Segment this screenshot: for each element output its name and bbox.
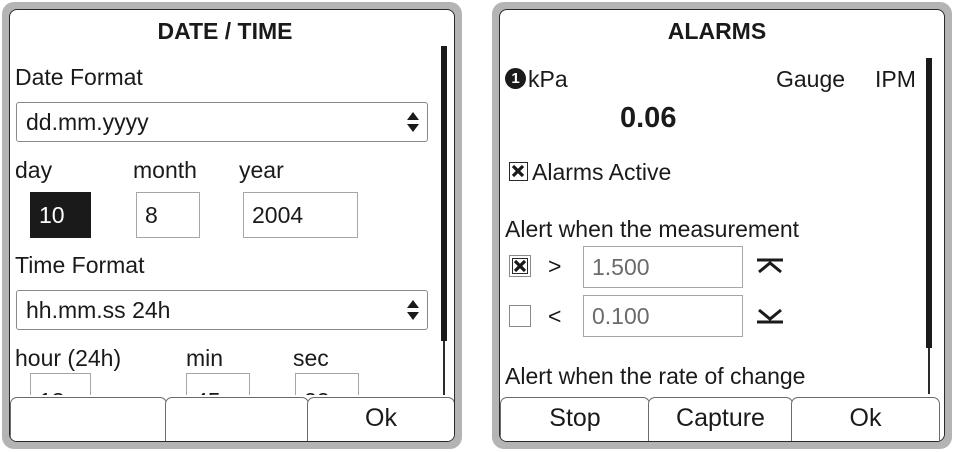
date-format-value: dd.mm.yyyy xyxy=(26,109,149,135)
rate-heading: Alert when the rate of change xyxy=(505,363,806,389)
alarms-device: ALARMS 1 kPa Gauge IPM 0.06 Alarms Activ… xyxy=(492,2,952,449)
softkey-2[interactable] xyxy=(165,397,309,441)
measurement-heading: Alert when the measurement xyxy=(505,216,800,242)
unit-label: kPa xyxy=(528,66,568,92)
check-x-icon xyxy=(513,259,527,273)
year-input[interactable]: 2004 xyxy=(243,192,358,238)
time-format-label: Time Format xyxy=(15,252,145,278)
stop-button[interactable]: Stop xyxy=(500,397,650,441)
month-label: month xyxy=(133,157,197,183)
time-format-value: hh.mm.ss 24h xyxy=(26,297,171,323)
ok-button[interactable]: Ok xyxy=(791,397,940,441)
time-format-select[interactable]: hh.mm.ss 24h xyxy=(16,290,428,330)
low-operator: < xyxy=(548,303,562,329)
alarms-active-label: Alarms Active xyxy=(532,159,672,185)
high-alarm-checkbox[interactable] xyxy=(509,255,531,277)
page-title: ALARMS xyxy=(667,18,767,44)
page-title: DATE / TIME xyxy=(157,18,293,44)
falling-alarm-icon xyxy=(757,308,783,324)
hour-label: hour (24h) xyxy=(15,345,122,371)
capture-button[interactable]: Capture xyxy=(648,397,793,441)
date-time-device: DATE / TIME Date Format dd.mm.yyyy day m… xyxy=(2,2,462,449)
day-input[interactable]: 10 xyxy=(30,192,91,238)
high-threshold-input[interactable]: 1.500 xyxy=(583,246,743,288)
check-x-icon xyxy=(511,164,525,178)
up-down-arrows-icon xyxy=(407,300,419,320)
ok-button[interactable]: Ok xyxy=(307,397,454,441)
reading-value: 0.06 xyxy=(620,102,677,134)
scrollbar-thumb[interactable] xyxy=(926,58,932,348)
up-down-arrows-icon xyxy=(407,112,419,132)
alarms-screen: ALARMS 1 kPa Gauge IPM 0.06 Alarms Activ… xyxy=(499,9,945,442)
channel-number-icon: 1 xyxy=(505,68,526,89)
softkey-bar: Ok xyxy=(10,395,454,441)
softkey-bar: Stop Capture Ok xyxy=(500,395,944,441)
gauge-label: Gauge xyxy=(776,66,846,92)
sec-label: sec xyxy=(293,345,329,371)
day-label: day xyxy=(15,157,53,183)
date-format-label: Date Format xyxy=(15,64,143,90)
date-time-screen: DATE / TIME Date Format dd.mm.yyyy day m… xyxy=(9,9,455,442)
softkey-1[interactable] xyxy=(10,397,167,441)
min-label: min xyxy=(186,345,224,371)
high-operator: > xyxy=(548,253,562,279)
low-threshold-input[interactable]: 0.100 xyxy=(583,295,743,337)
alarms-active-checkbox[interactable] xyxy=(509,162,528,181)
ipm-label: IPM xyxy=(875,66,916,92)
month-input[interactable]: 8 xyxy=(136,192,200,238)
date-format-select[interactable]: dd.mm.yyyy xyxy=(16,102,428,142)
scrollbar-thumb[interactable] xyxy=(441,46,447,341)
rising-alarm-icon xyxy=(757,258,783,274)
year-label: year xyxy=(239,157,284,183)
low-alarm-checkbox[interactable] xyxy=(509,305,531,327)
